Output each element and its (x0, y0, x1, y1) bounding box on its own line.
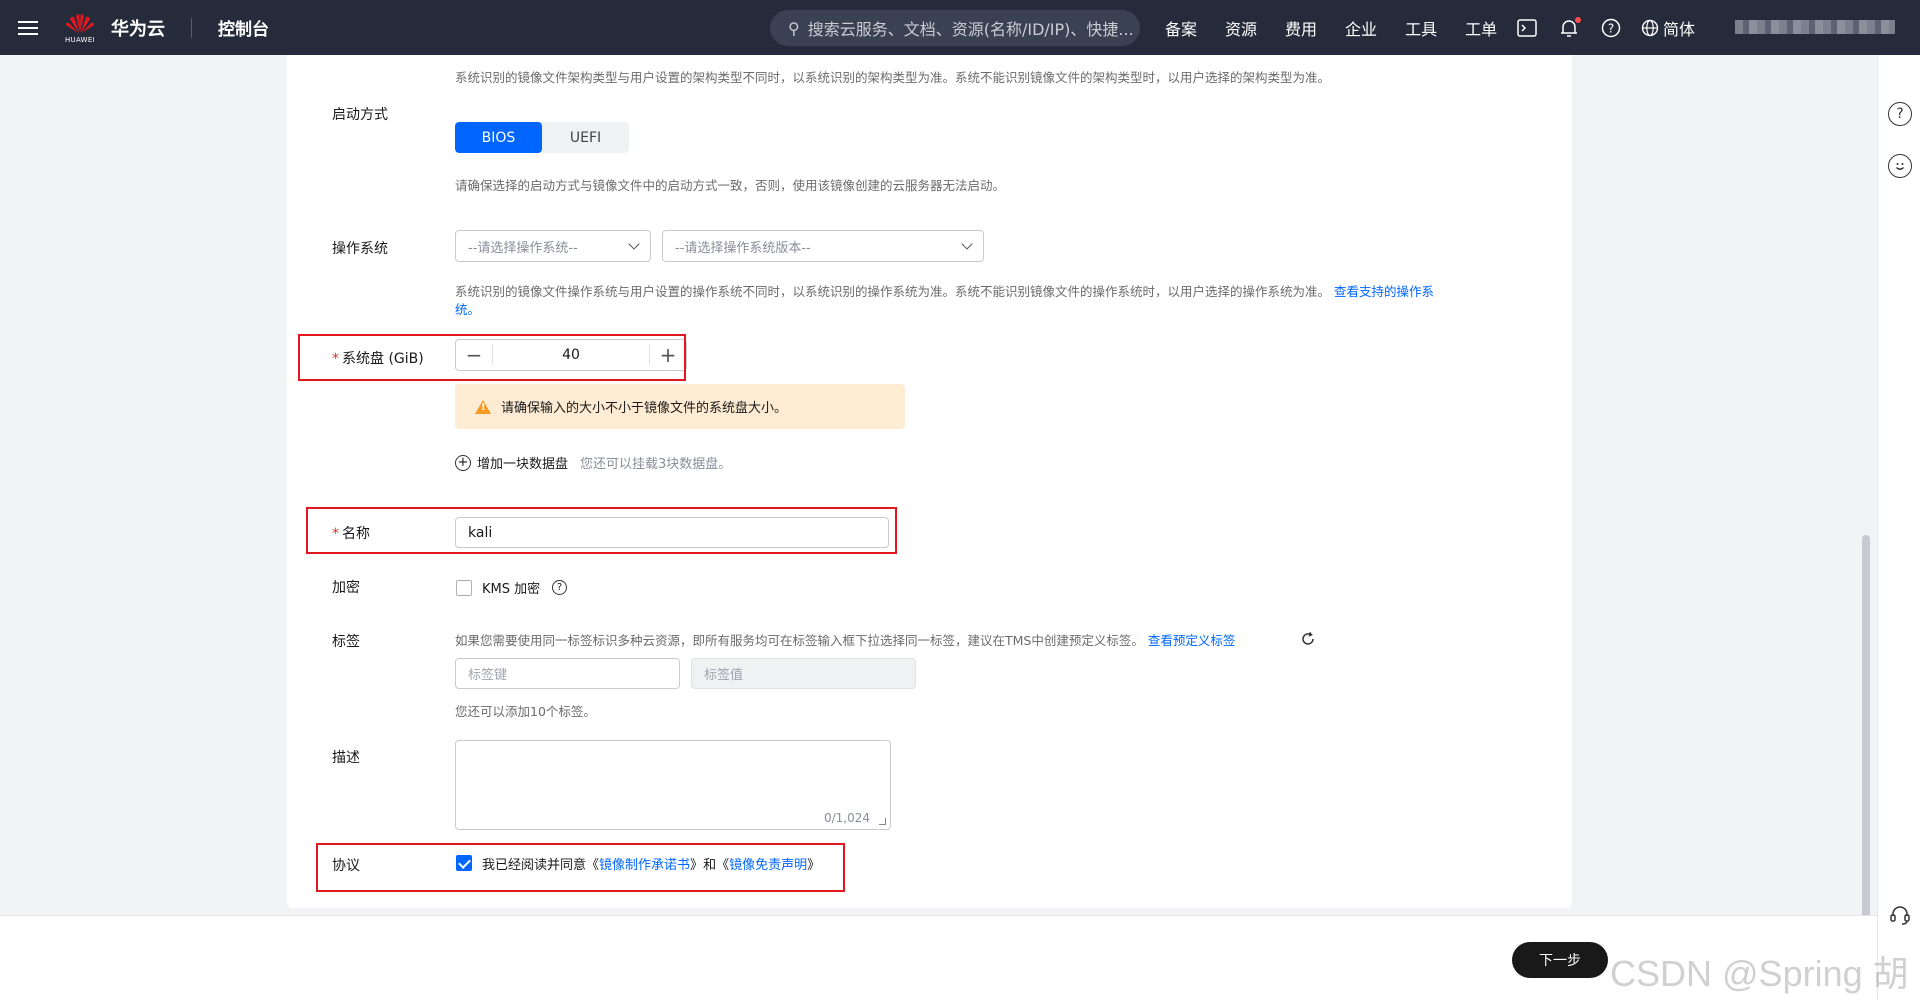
os-select-placeholder: --请选择操作系统-- (468, 240, 578, 256)
nav-item-enterprise[interactable]: 企业 (1345, 16, 1377, 40)
add-circle-icon[interactable]: + (455, 454, 471, 471)
resize-handle[interactable] (879, 818, 886, 825)
architecture-hint: 系统识别的镜像文件架构类型与用户设置的架构类型不同时，以系统识别的架构类型为准。… (455, 70, 1331, 85)
customer-service-icon[interactable] (1888, 903, 1912, 927)
nav-icon-group: ? 简体 (1515, 0, 1695, 55)
add-data-disk-button[interactable]: 增加一块数据盘 (477, 453, 568, 472)
nav-item-filing[interactable]: 备案 (1165, 16, 1197, 40)
boot-mode-label: 启动方式 (332, 107, 388, 123)
tag-value-input[interactable]: 标签值 (691, 658, 916, 689)
os-select[interactable]: --请选择操作系统-- (455, 230, 651, 262)
kms-encryption-checkbox[interactable] (456, 580, 472, 596)
description-textarea[interactable]: 0/1,024 (455, 740, 891, 830)
encryption-label: 加密 (332, 580, 360, 596)
chevron-down-icon (628, 238, 640, 250)
add-data-disk-hint: 您还可以挂载3块数据盘。 (580, 457, 732, 472)
huawei-logo[interactable]: HUAWEI 华为云 (63, 8, 165, 48)
boot-mode-hint: 请确保选择的启动方式与镜像文件中的启动方式一致，否则，使用该镜像创建的云服务器无… (455, 178, 1006, 193)
chevron-down-icon (961, 238, 973, 250)
boot-option-bios[interactable]: BIOS (455, 122, 542, 153)
create-image-form: 系统识别的镜像文件架构类型与用户设置的架构类型不同时，以系统识别的架构类型为准。… (287, 55, 1572, 908)
disk-warning-text: 请确保输入的大小不小于镜像文件的系统盘大小。 (501, 401, 788, 416)
refresh-icon[interactable] (1300, 631, 1316, 647)
tag-limit-hint: 您还可以添加10个标签。 (455, 704, 596, 719)
description-char-count: 0/1,024 (823, 811, 870, 825)
hamburger-menu-icon[interactable] (0, 0, 55, 55)
highlight-system-disk (298, 334, 686, 381)
os-hint: 系统识别的镜像文件操作系统与用户设置的操作系统不同时，以系统识别的操作系统为准。… (455, 283, 1515, 319)
nav-item-billing[interactable]: 费用 (1285, 16, 1317, 40)
help-icon[interactable]: ? (1888, 102, 1912, 126)
predefined-tags-link[interactable]: 查看预定义标签 (1148, 633, 1236, 648)
boot-option-uefi[interactable]: UEFI (542, 122, 629, 153)
global-search-input[interactable]: ⚲ 搜索云服务、文档、资源(名称/ID/IP)、快捷... (770, 10, 1140, 46)
os-label: 操作系统 (332, 241, 388, 257)
watermark-text: CSDN @Spring 胡 (1610, 953, 1909, 994)
warning-icon (475, 399, 491, 414)
help-icon[interactable]: ? (1599, 16, 1623, 40)
tag-hint-text: 如果您需要使用同一标签标识多种云资源，即所有服务均可在标签输入框下拉选择同一标签… (455, 633, 1144, 648)
nav-item-tickets[interactable]: 工单 (1465, 16, 1497, 40)
supported-os-link-cont[interactable]: 统。 (455, 302, 480, 317)
language-label: 简体 (1663, 19, 1696, 39)
next-step-button[interactable]: 下一步 (1512, 942, 1608, 978)
nav-divider (191, 17, 192, 38)
highlight-name (306, 507, 897, 554)
bell-icon[interactable] (1557, 16, 1581, 40)
nav-menu: 备案 资源 费用 企业 工具 工单 (1165, 0, 1525, 55)
globe-icon (1641, 19, 1659, 36)
svg-text:?: ? (1608, 21, 1614, 35)
tag-hint: 如果您需要使用同一标签标识多种云资源，即所有服务均可在标签输入框下拉选择同一标签… (455, 632, 1235, 650)
search-icon: ⚲ (788, 18, 800, 38)
highlight-agreement (316, 843, 845, 892)
notification-dot (1575, 16, 1581, 23)
brand-name: 华为云 (111, 18, 165, 40)
supported-os-link[interactable]: 查看支持的操作系 (1334, 284, 1434, 299)
kms-encryption-label: KMS 加密 (482, 582, 541, 597)
logo-text: HUAWEI (64, 35, 95, 44)
os-version-placeholder: --请选择操作系统版本-- (675, 240, 811, 256)
terminal-icon[interactable] (1515, 16, 1539, 40)
nav-item-tools[interactable]: 工具 (1405, 16, 1437, 40)
tag-label: 标签 (332, 634, 360, 650)
disk-size-warning: 请确保输入的大小不小于镜像文件的系统盘大小。 (455, 384, 905, 429)
nav-item-resources[interactable]: 资源 (1225, 16, 1257, 40)
search-placeholder: 搜索云服务、文档、资源(名称/ID/IP)、快捷... (807, 20, 1134, 39)
add-data-disk: + 增加一块数据盘 您还可以挂载3块数据盘。 (455, 453, 731, 472)
feedback-smiley-icon[interactable] (1888, 154, 1912, 178)
boot-mode-toggle: BIOS UEFI (455, 122, 629, 153)
right-side-rail: ? (1877, 55, 1920, 1000)
description-label: 描述 (332, 750, 360, 766)
os-version-select[interactable]: --请选择操作系统版本-- (662, 230, 984, 262)
tag-key-input[interactable]: 标签键 (455, 658, 680, 689)
os-hint-text: 系统识别的镜像文件操作系统与用户设置的操作系统不同时，以系统识别的操作系统为准。… (455, 284, 1331, 299)
help-icon[interactable]: ? (552, 580, 567, 595)
page-scrollbar[interactable] (1862, 535, 1870, 925)
user-account-blurred[interactable] (1735, 20, 1895, 34)
console-link[interactable]: 控制台 (218, 15, 269, 40)
language-switch[interactable]: 简体 (1641, 16, 1695, 40)
top-navbar: HUAWEI 华为云 控制台 ⚲ 搜索云服务、文档、资源(名称/ID/IP)、快… (0, 0, 1920, 55)
